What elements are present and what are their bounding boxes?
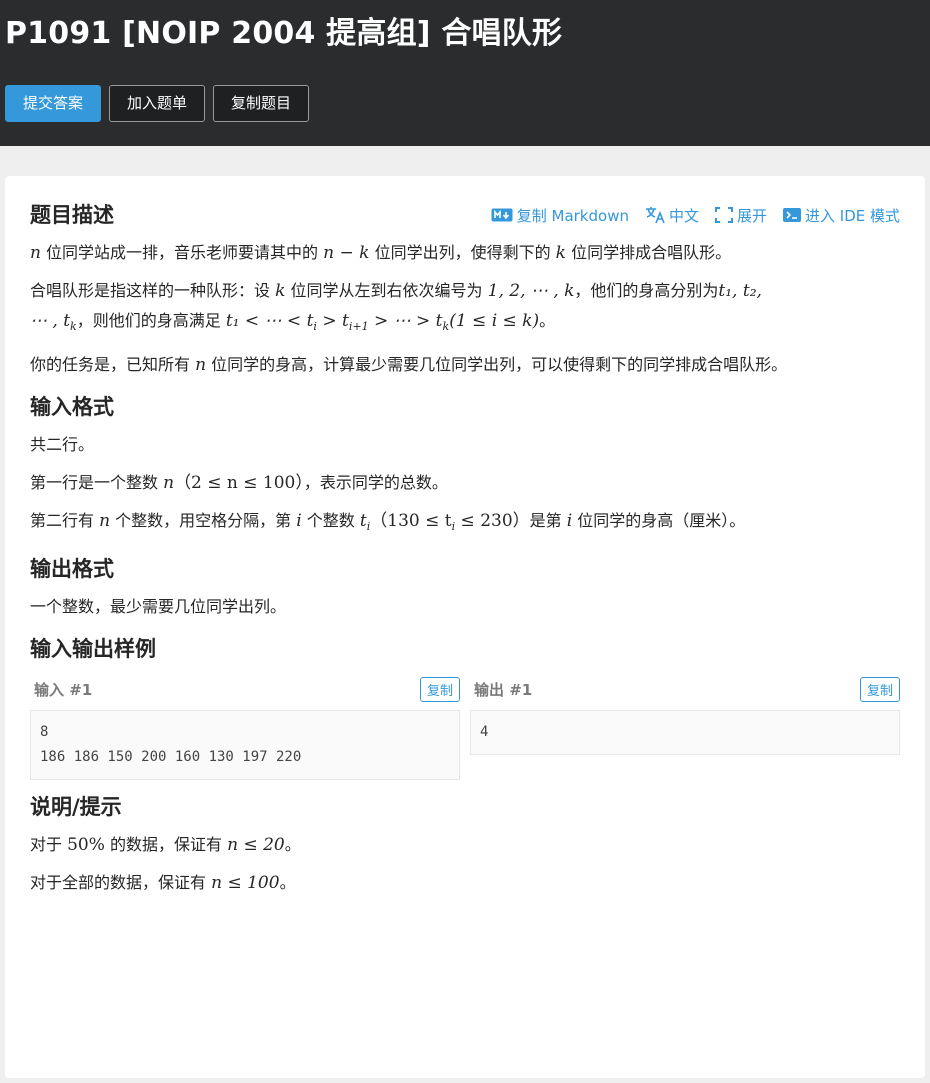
desc-paragraph-3: 你的任务是，已知所有 n 位同学的身高，计算最少需要几位同学出列，可以使得剩下的…	[30, 355, 788, 376]
description-title: 题目描述	[30, 203, 114, 227]
samples-title: 输入输出样例	[30, 637, 156, 662]
input-line-1: 共二行。	[30, 435, 95, 455]
terminal-icon	[783, 208, 801, 222]
sample-output-code: 4	[470, 710, 900, 756]
input-line-2: 第一行是一个整数 n（2 ≤ n ≤ 100），表示同学的总数。	[30, 473, 448, 494]
copy-markdown-label: 复制 Markdown	[516, 206, 629, 225]
header: P1091 [NOIP 2004 提高组] 合唱队形 提交答案 加入题单 复制题…	[0, 0, 930, 146]
submit-answer-button[interactable]: 提交答案	[5, 85, 102, 122]
input-format-title: 输入格式	[30, 395, 114, 420]
copy-output-button[interactable]: 复制	[859, 676, 900, 702]
desc-paragraph-1: n 位同学站成一排，音乐老师要请其中的 n − k 位同学出列，使得剩下的 k …	[30, 243, 732, 263]
ide-mode-link[interactable]: 进入 IDE 模式	[783, 205, 900, 226]
page-title: P1091 [NOIP 2004 提高组] 合唱队形	[5, 16, 563, 51]
language-label: 中文	[668, 206, 699, 225]
language-toggle[interactable]: 中文	[645, 205, 699, 226]
output-format-title: 输出格式	[30, 557, 114, 582]
problem-card: 题目描述 复制 Markdown 中文 展开 进入 IDE 模式 n 位同学站成…	[5, 176, 925, 1078]
hint-title: 说明/提示	[30, 795, 122, 820]
description-header: 题目描述 复制 Markdown 中文 展开 进入 IDE 模式	[30, 200, 900, 230]
markdown-icon	[491, 208, 513, 222]
sample-output: 输出 #1 复制 4	[470, 674, 900, 780]
hint-line-1: 对于 50% 的数据，保证有 n ≤ 20。	[30, 835, 301, 856]
desc-paragraph-2: 合唱队形是指这样的一种队形：设 k 位同学从左到右依次编号为 1, 2, ⋯ ,…	[30, 281, 762, 334]
output-line-1: 一个整数，最少需要几位同学出列。	[30, 597, 287, 617]
add-to-list-button[interactable]: 加入题单	[109, 85, 206, 122]
expand-toggle[interactable]: 展开	[714, 205, 767, 226]
input-line-3: 第二行有 n 个整数，用空格分隔，第 i 个整数 ti（130 ≤ ti ≤ 2…	[30, 511, 746, 534]
copy-input-button[interactable]: 复制	[419, 676, 460, 702]
toolbar: 复制 Markdown 中文 展开 进入 IDE 模式	[491, 205, 900, 226]
expand-label: 展开	[736, 206, 767, 225]
action-buttons: 提交答案 加入题单 复制题目	[5, 85, 930, 122]
sample-input-label: 输入 #1	[34, 680, 93, 699]
expand-icon	[714, 207, 733, 223]
copy-markdown-link[interactable]: 复制 Markdown	[491, 205, 629, 226]
samples: 输入 #1 复制 8 186 186 150 200 160 130 197 2…	[30, 674, 900, 781]
ide-mode-label: 进入 IDE 模式	[805, 206, 900, 225]
sample-input-code: 8 186 186 150 200 160 130 197 220	[30, 710, 460, 781]
sample-output-label: 输出 #1	[474, 680, 533, 699]
copy-problem-button[interactable]: 复制题目	[213, 85, 310, 122]
sample-input: 输入 #1 复制 8 186 186 150 200 160 130 197 2…	[30, 674, 460, 781]
hint-line-2: 对于全部的数据，保证有 n ≤ 100。	[30, 873, 296, 894]
translate-icon	[645, 207, 665, 224]
